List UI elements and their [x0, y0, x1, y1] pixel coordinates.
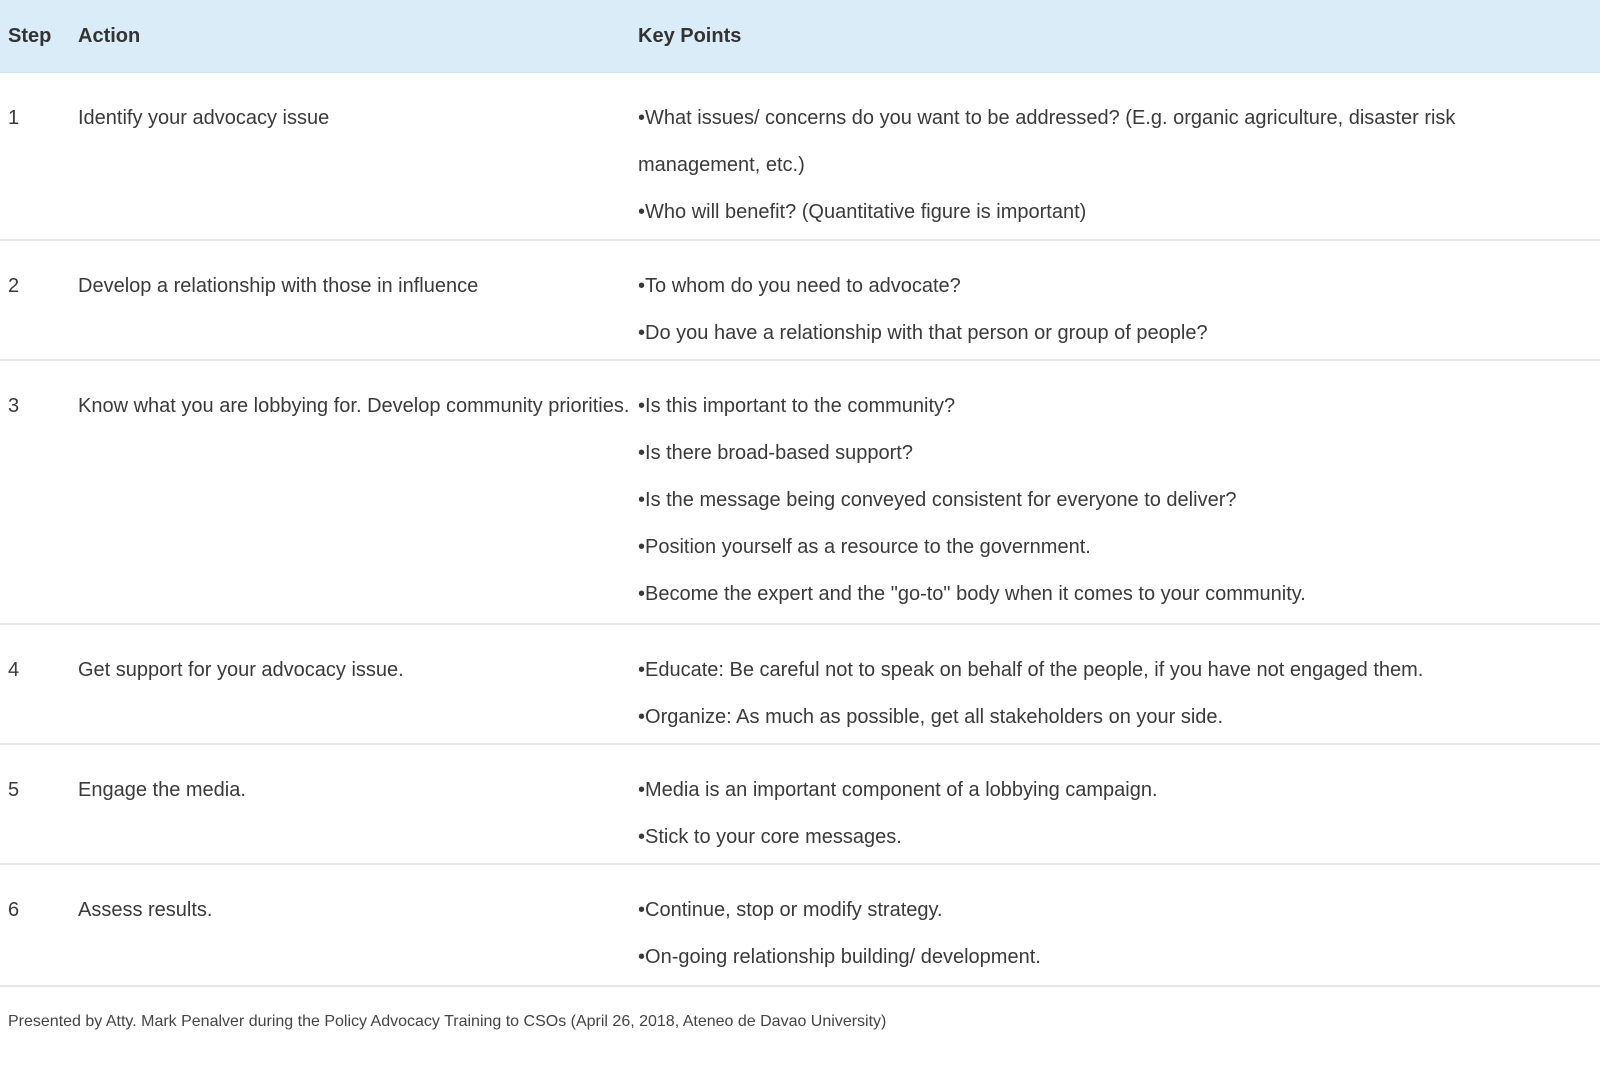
key-point: Media is an important component of a lob…	[638, 767, 1570, 814]
key-points-list: What issues/ concerns do you want to be …	[630, 95, 1600, 236]
header-step: Step	[8, 24, 52, 47]
key-point: Position yourself as a resource to the g…	[638, 524, 1570, 571]
step-number: 1	[8, 107, 20, 129]
step-number: 2	[8, 275, 20, 297]
key-point: Is this important to the community?	[638, 383, 1570, 430]
step-action: Assess results.	[78, 899, 213, 921]
table-row: 4 Get support for your advocacy issue. Edu…	[0, 625, 1600, 745]
step-action: Develop a relationship with those in inf…	[78, 275, 479, 297]
step-number: 3	[8, 395, 20, 417]
table-header: Step Action Key Points	[0, 0, 1600, 73]
key-point: Is the message being conveyed consistent…	[638, 477, 1570, 524]
step-number: 6	[8, 899, 20, 921]
key-point: On-going relationship building/ developm…	[638, 934, 1570, 981]
header-action: Action	[78, 24, 141, 47]
key-points-list: Media is an important component of a lob…	[630, 767, 1600, 861]
step-action: Engage the media.	[78, 779, 246, 801]
key-point: Stick to your core messages.	[638, 814, 1570, 861]
key-point: Do you have a relationship with that per…	[638, 310, 1570, 357]
table-row: 1 Identify your advocacy issue What issues…	[0, 73, 1600, 241]
key-points-list: Is this important to the community?Is th…	[630, 383, 1600, 618]
table-row: 3 Know what you are lobbying for. Develop…	[0, 361, 1600, 625]
key-point: To whom do you need to advocate?	[638, 263, 1570, 310]
step-number: 5	[8, 779, 20, 801]
table-row: 2 Develop a relationship with those in in…	[0, 241, 1600, 361]
key-points-list: Educate: Be careful not to speak on beha…	[630, 647, 1600, 741]
advocacy-steps-table: Step Action Key Points 1 Identify your ad…	[0, 0, 1600, 987]
table-row: 6 Assess results. Continue, stop or modify…	[0, 865, 1600, 987]
table-row: 5 Engage the media. Media is an important …	[0, 745, 1600, 865]
header-key-points: Key Points	[638, 24, 742, 47]
key-point: Become the expert and the "go-to" body w…	[638, 571, 1570, 618]
key-point: Continue, stop or modify strategy.	[638, 887, 1570, 934]
key-point: Educate: Be careful not to speak on beha…	[638, 647, 1570, 694]
table-body: 1 Identify your advocacy issue What issues…	[0, 73, 1600, 987]
step-action: Identify your advocacy issue	[78, 107, 330, 129]
step-action: Know what you are lobbying for. Develop …	[78, 395, 630, 417]
key-point: Is there broad-based support?	[638, 430, 1570, 477]
source-caption: Presented by Atty. Mark Penalver during …	[8, 1013, 887, 1030]
key-point: Organize: As much as possible, get all s…	[638, 694, 1570, 741]
key-point: What issues/ concerns do you want to be …	[638, 95, 1570, 189]
step-number: 4	[8, 659, 20, 681]
key-points-list: Continue, stop or modify strategy.On-goi…	[630, 887, 1600, 981]
step-action: Get support for your advocacy issue.	[78, 659, 404, 681]
key-points-list: To whom do you need to advocate?Do you h…	[630, 263, 1600, 357]
key-point: Who will benefit? (Quantitative figure i…	[638, 189, 1570, 236]
